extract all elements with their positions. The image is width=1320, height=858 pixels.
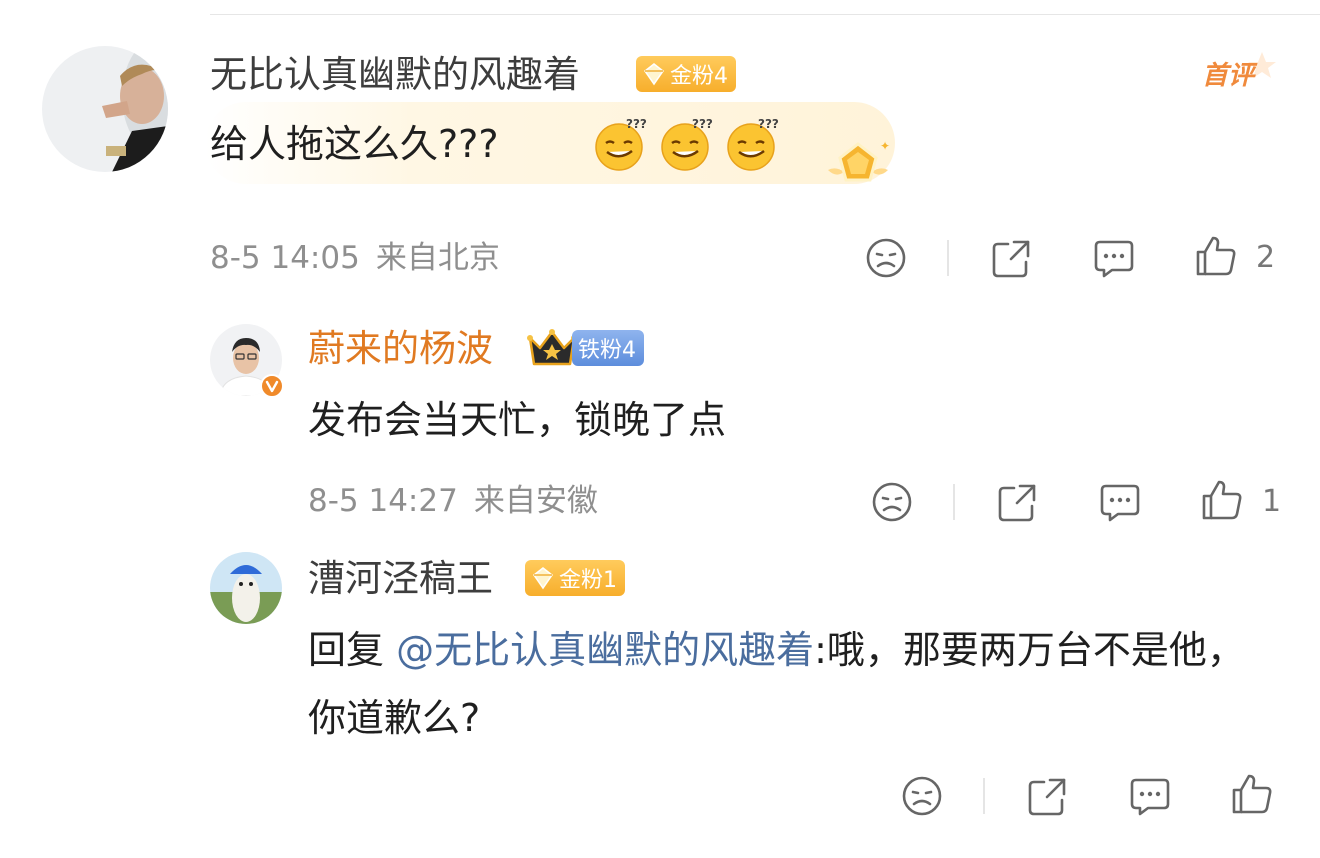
smirk-emoji-icon: ???: [658, 114, 716, 172]
username[interactable]: 漕河泾稿王: [308, 556, 493, 602]
like-thumb-icon: [1196, 236, 1236, 276]
fan-badge-label: 铁粉4: [578, 338, 636, 363]
comment-button[interactable]: [1092, 236, 1136, 280]
diamond-icon: [642, 62, 666, 86]
svg-text:✦: ✦: [880, 139, 890, 153]
first-comment-label: 首评: [1202, 61, 1258, 91]
crown-icon: [526, 326, 578, 370]
comment-button[interactable]: [1098, 480, 1142, 524]
comment-meta: 8-5 14:05 来自北京: [210, 238, 500, 278]
like-count: 2: [1256, 240, 1276, 275]
share-button[interactable]: [996, 480, 1040, 524]
svg-text:???: ???: [758, 117, 779, 131]
gold-pentagon-medal-icon: ✦: [822, 136, 894, 196]
action-divider: [953, 484, 955, 520]
comment-text: 回复 @无比认真幽默的风趣着:哦，那要两万台不是他，你道歉么?: [308, 616, 1278, 752]
svg-text:???: ???: [626, 117, 647, 131]
username[interactable]: 无比认真幽默的风趣着: [210, 52, 580, 98]
verified-v-icon: [260, 374, 284, 398]
comment-icon: [1100, 484, 1140, 522]
share-icon: [1028, 778, 1066, 816]
first-comment-tag: 首评: [1198, 50, 1282, 100]
like-thumb-icon: [1232, 774, 1272, 814]
dislike-face-icon: [866, 238, 906, 278]
dislike-face-icon: [872, 482, 912, 522]
comment-icon: [1094, 240, 1134, 278]
comment-button[interactable]: [1128, 774, 1172, 818]
comment-text: 发布会当天忙，锁晚了点: [308, 398, 727, 442]
comment-text: 给人拖这么久???: [210, 122, 499, 166]
reply-prefix: 回复: [308, 628, 397, 672]
smirk-emoji-icon: ???: [592, 114, 650, 172]
share-button[interactable]: [1026, 774, 1070, 818]
dislike-button[interactable]: [900, 774, 944, 818]
comment-icon: [1130, 778, 1170, 816]
comment-time: 8-5 14:27: [308, 483, 458, 519]
user-mention-link[interactable]: @无比认真幽默的风趣着: [396, 628, 814, 672]
comment-meta: 8-5 14:27 来自安徽: [308, 481, 598, 521]
svg-text:???: ???: [692, 117, 713, 131]
like-button[interactable]: [1200, 478, 1244, 522]
share-icon: [992, 240, 1030, 278]
action-divider: [983, 778, 985, 814]
comment-location: 来自安徽: [473, 483, 598, 519]
like-button[interactable]: [1194, 234, 1238, 278]
avatar[interactable]: [210, 552, 282, 624]
comment-time: 8-5 14:05: [210, 240, 360, 276]
comment-location: 来自北京: [375, 240, 500, 276]
top-divider: [210, 14, 1320, 15]
share-button[interactable]: [990, 236, 1034, 280]
fan-badge-label: 金粉4: [670, 64, 728, 89]
dislike-button[interactable]: [870, 480, 914, 524]
like-thumb-icon: [1202, 480, 1242, 520]
like-count: 1: [1262, 484, 1282, 519]
dislike-face-icon: [902, 776, 942, 816]
username[interactable]: 蔚来的杨波: [308, 326, 493, 372]
dislike-button[interactable]: [864, 236, 908, 280]
fan-badge-label: 金粉1: [559, 568, 617, 593]
like-button[interactable]: [1230, 772, 1274, 816]
share-icon: [998, 484, 1036, 522]
diamond-icon: [531, 566, 555, 590]
fan-badge[interactable]: 金粉4: [636, 56, 736, 92]
fan-badge[interactable]: 铁粉4: [572, 330, 644, 366]
avatar[interactable]: [42, 46, 168, 172]
smirk-emoji-icon: ???: [724, 114, 782, 172]
action-divider: [947, 240, 949, 276]
fan-badge[interactable]: 金粉1: [525, 560, 625, 596]
